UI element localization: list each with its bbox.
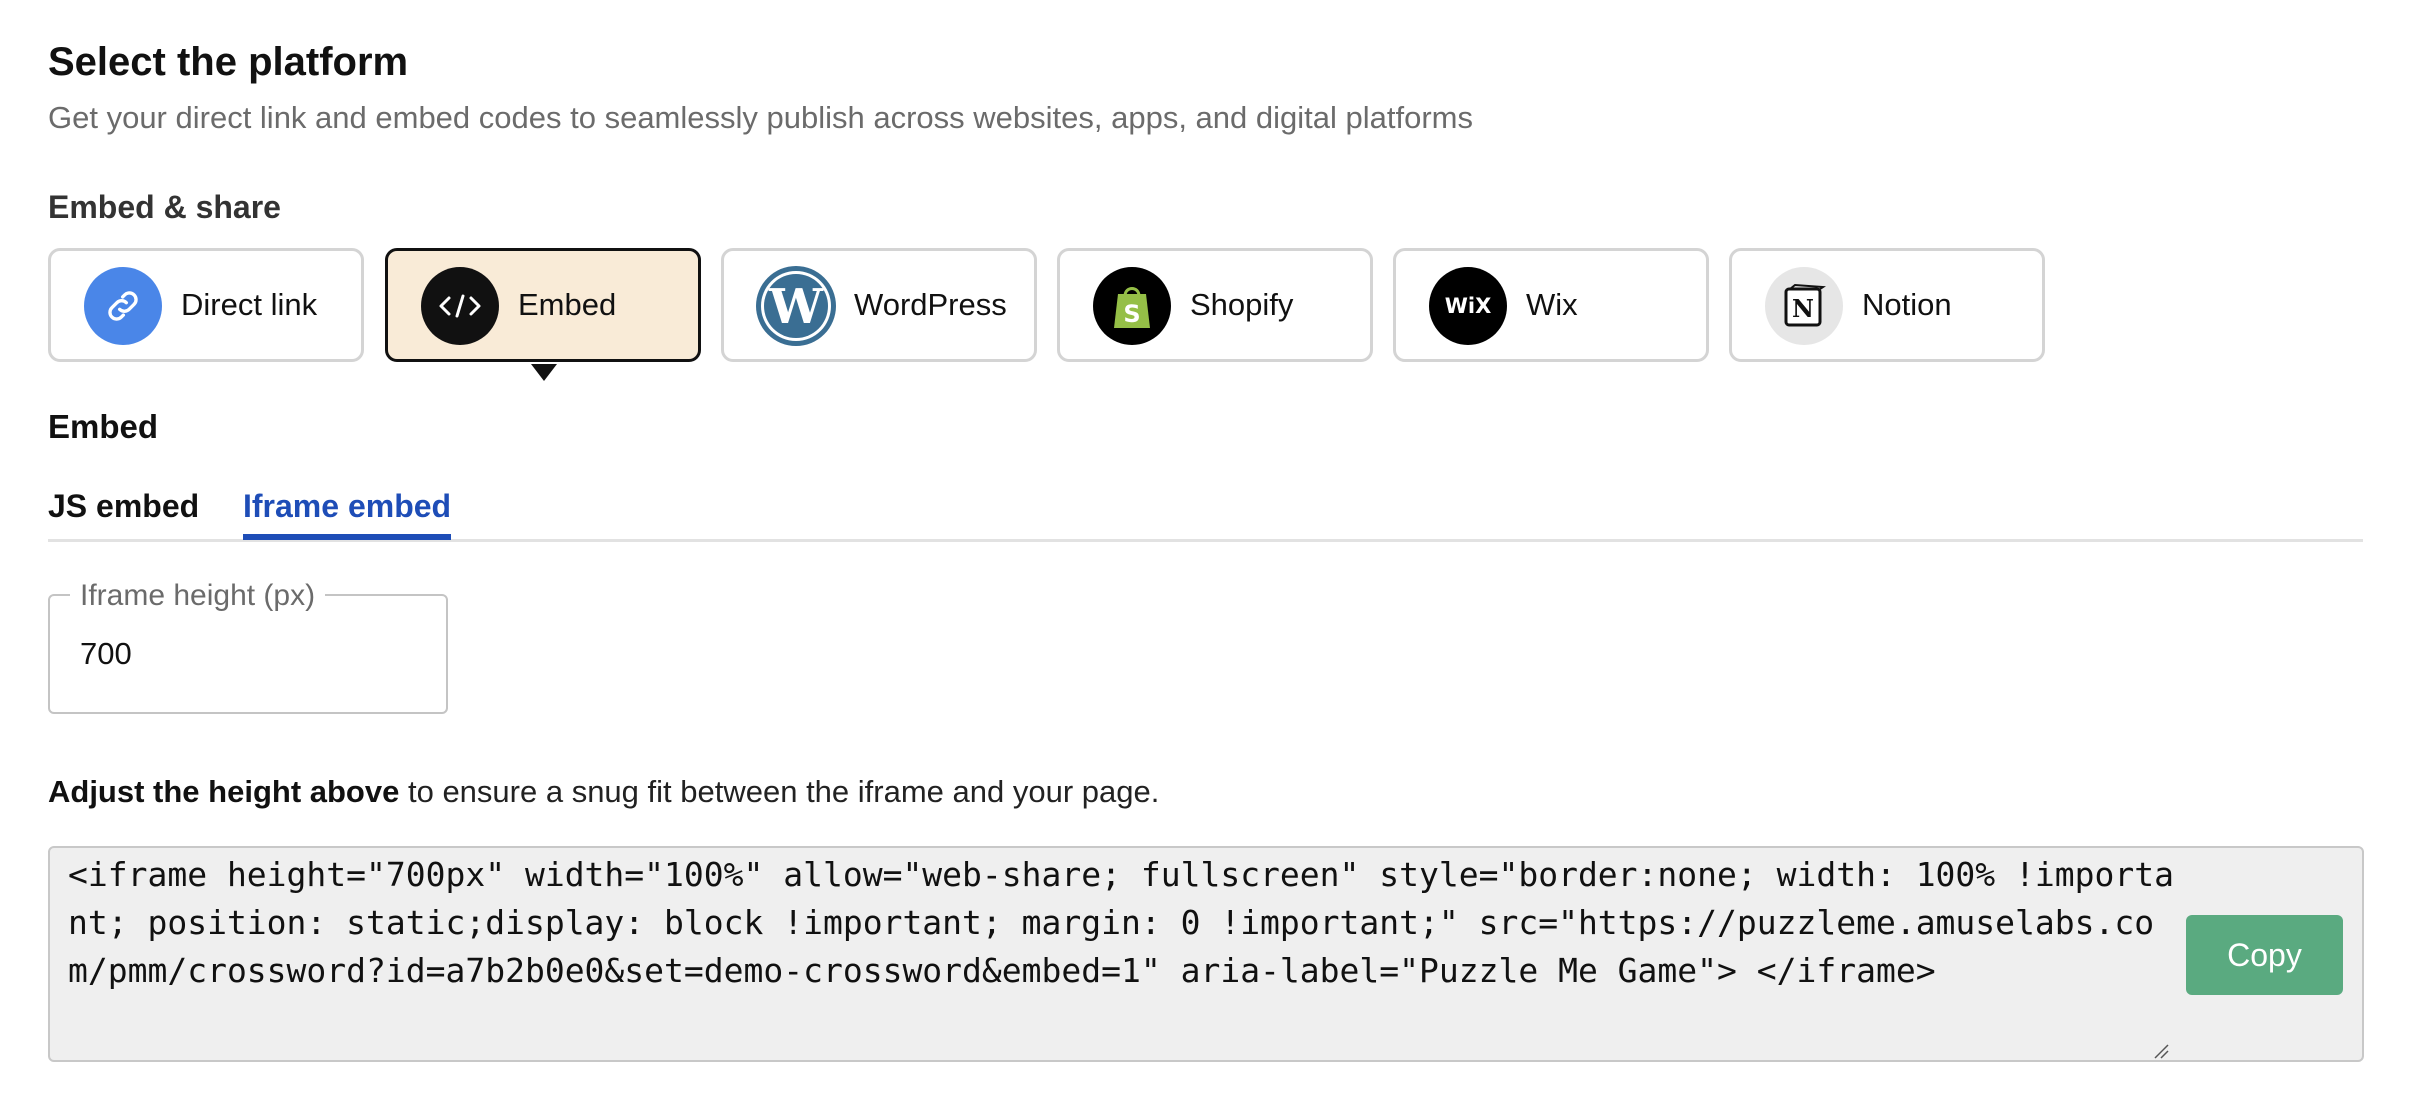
embed-share-label: Embed & share	[48, 189, 281, 225]
platform-label-wordpress: WordPress	[854, 287, 1007, 322]
active-tab-indicator	[243, 534, 451, 540]
wordpress-icon: W	[754, 264, 838, 348]
platform-label-direct-link: Direct link	[181, 287, 318, 322]
platform-card-wix[interactable]: WiX Wix	[1393, 248, 1709, 362]
platform-card-notion[interactable]: N Notion	[1729, 248, 2045, 362]
wix-icon: WiX	[1429, 267, 1507, 345]
tab-iframe-embed[interactable]: Iframe embed	[243, 488, 451, 525]
svg-text:WiX: WiX	[1445, 294, 1492, 318]
svg-text:W: W	[768, 279, 824, 335]
link-icon	[84, 267, 162, 345]
embed-code-text[interactable]: <iframe height="700px" width="100%" allo…	[68, 851, 2178, 995]
embed-heading: Embed	[48, 408, 159, 445]
page-subtitle: Get your direct link and embed codes to …	[48, 100, 1473, 135]
tab-js-embed[interactable]: JS embed	[48, 488, 199, 525]
platform-label-wix: Wix	[1526, 287, 1578, 322]
iframe-height-label: Iframe height (px)	[70, 579, 326, 613]
height-hint: Adjust the height above to ensure a snug…	[48, 774, 1159, 810]
shopify-icon: S	[1093, 267, 1171, 345]
selected-pointer	[531, 364, 557, 381]
platform-card-embed[interactable]: Embed	[385, 248, 701, 362]
platform-label-shopify: Shopify	[1190, 287, 1294, 322]
platform-label-notion: Notion	[1862, 287, 1952, 322]
platform-card-direct-link[interactable]: Direct link	[48, 248, 364, 362]
svg-text:S: S	[1123, 300, 1140, 328]
copy-button[interactable]: Copy	[2186, 915, 2343, 995]
platform-label-embed: Embed	[518, 287, 617, 322]
resize-handle-icon[interactable]	[2153, 1043, 2169, 1059]
code-icon	[421, 267, 499, 345]
svg-text:N: N	[1792, 294, 1814, 323]
height-hint-bold: Adjust the height above	[48, 774, 400, 809]
height-hint-text: to ensure a snug fit between the iframe …	[399, 774, 1160, 809]
iframe-height-input[interactable]	[80, 636, 420, 672]
platform-card-wordpress[interactable]: W WordPress	[721, 248, 1037, 362]
page-title: Select the platform	[48, 40, 409, 84]
notion-icon: N	[1765, 267, 1843, 345]
platform-card-shopify[interactable]: S Shopify	[1057, 248, 1373, 362]
